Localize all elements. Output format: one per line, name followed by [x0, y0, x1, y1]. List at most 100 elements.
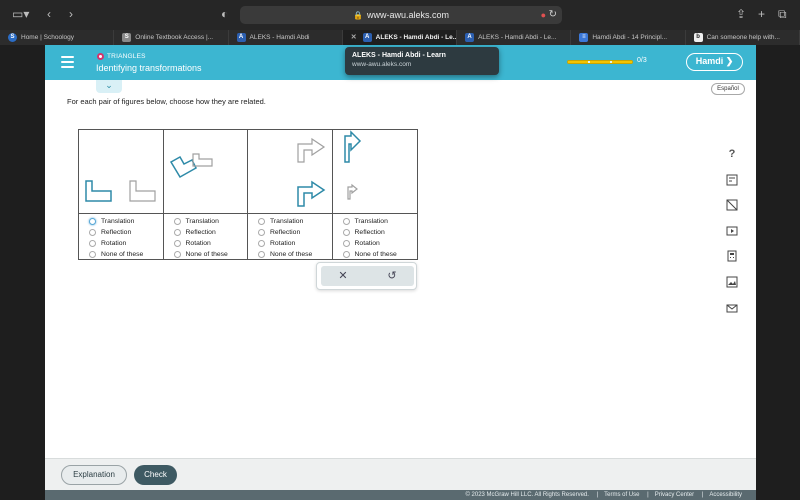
radio-button[interactable]	[342, 240, 350, 247]
undo-icon[interactable]: ↺	[380, 268, 404, 284]
help-icon[interactable]: ?	[725, 147, 739, 161]
tab-label: ALEKS - Hamdi Abdi - Le...	[375, 34, 458, 41]
pair-cell-1: Translation Reflection Rotation None of …	[79, 130, 164, 259]
pair-cell-4: Translation Reflection Rotation None of …	[332, 130, 418, 260]
tab-label: Can someone help with...	[706, 34, 780, 41]
topic-status-icon	[97, 53, 104, 60]
l-shapes-figure	[85, 180, 156, 202]
tab-aleks-active[interactable]: ✕ A ALEKS - Hamdi Abdi - Le...	[342, 30, 458, 45]
radio-button[interactable]	[258, 218, 265, 225]
option-label: Translation	[270, 218, 304, 225]
microphone-icon[interactable]: ●	[541, 6, 546, 24]
chevron-down-icon: ⌄	[105, 80, 113, 90]
radio-button[interactable]	[258, 229, 265, 236]
option-rotation[interactable]: Rotation	[258, 238, 312, 249]
topic-category: TRIANGLES	[107, 53, 146, 60]
answer-actions: ✕ ↺	[316, 262, 417, 290]
reload-icon[interactable]: ↻	[549, 6, 557, 24]
option-none[interactable]: None of these	[342, 249, 397, 260]
formula-icon[interactable]	[725, 249, 739, 263]
tab-label: Hamdi Abdi - 14 Principl...	[592, 34, 668, 41]
radio-button[interactable]	[342, 251, 350, 258]
option-translation[interactable]: Translation	[89, 216, 143, 227]
privacy-link[interactable]: Privacy Center	[655, 492, 694, 498]
tooltip-url: www-awu.aleks.com	[352, 61, 412, 68]
option-label: None of these	[101, 251, 144, 258]
option-label: None of these	[270, 251, 313, 258]
language-button[interactable]: Español	[711, 83, 745, 95]
user-name: Hamdi	[695, 56, 724, 66]
aleks-icon: A	[362, 33, 372, 42]
progress-label: 0/3	[637, 57, 647, 64]
explanation-button[interactable]: Explanation	[61, 465, 127, 485]
radio-button[interactable]	[173, 251, 181, 258]
radio-button[interactable]	[342, 229, 350, 236]
option-none[interactable]: None of these	[173, 249, 228, 260]
image-icon[interactable]	[725, 275, 739, 289]
textbook-icon[interactable]	[725, 198, 739, 212]
tab-label: ALEKS - Hamdi Abdi - Le...	[478, 34, 557, 41]
mail-icon[interactable]	[725, 301, 739, 315]
scaled-arrows-figure	[343, 130, 361, 200]
back-icon[interactable]: ‹	[47, 7, 51, 21]
option-reflection[interactable]: Reflection	[342, 227, 397, 238]
tab-docs[interactable]: ≡ Hamdi Abdi - 14 Principl...	[571, 30, 686, 45]
option-label: Rotation	[101, 240, 127, 247]
tab-schoology[interactable]: S Home | Schoology	[0, 30, 115, 45]
actions-bar: ✕ ↺	[321, 266, 414, 286]
option-rotation[interactable]: Rotation	[173, 238, 228, 249]
radio-button[interactable]	[173, 240, 181, 247]
option-reflection[interactable]: Reflection	[89, 227, 143, 238]
option-rotation[interactable]: Rotation	[89, 238, 143, 249]
url-text: www-awu.aleks.com	[366, 10, 449, 20]
share-icon[interactable]: ⇪	[736, 7, 746, 21]
video-icon[interactable]	[725, 224, 739, 238]
radio-button[interactable]	[173, 218, 181, 225]
option-reflection[interactable]: Reflection	[173, 227, 228, 238]
radio-button[interactable]	[258, 251, 265, 258]
radio-button[interactable]	[258, 240, 265, 247]
tab-aleks-3[interactable]: A ALEKS - Hamdi Abdi - Le...	[457, 30, 572, 45]
tab-label: ALEKS - Hamdi Abdi	[249, 34, 310, 41]
option-rotation[interactable]: Rotation	[342, 238, 397, 249]
new-tab-icon[interactable]: +	[758, 7, 765, 21]
option-none[interactable]: None of these	[258, 249, 312, 260]
forward-icon[interactable]: ›	[69, 7, 73, 21]
sidebar-toggle-icon[interactable]: ▭▾	[12, 7, 29, 21]
accessibility-link[interactable]: Accessibility	[709, 492, 742, 498]
lock-icon: 🔒	[353, 11, 363, 20]
clear-icon[interactable]: ✕	[331, 268, 355, 284]
address-bar[interactable]: 🔒 www-awu.aleks.com ● ↻	[240, 6, 562, 24]
option-translation[interactable]: Translation	[342, 216, 397, 227]
option-none[interactable]: None of these	[89, 249, 143, 260]
terms-link[interactable]: Terms of Use	[604, 492, 639, 498]
option-label: Translation	[101, 218, 135, 225]
radio-button[interactable]	[89, 240, 96, 247]
figure-pair-4	[332, 130, 418, 214]
options-2: Translation Reflection Rotation None of …	[173, 216, 228, 260]
close-tab-icon[interactable]: ✕	[351, 30, 357, 45]
radio-button[interactable]	[342, 218, 350, 225]
radio-button[interactable]	[89, 251, 96, 258]
option-reflection[interactable]: Reflection	[258, 227, 312, 238]
radio-button[interactable]	[89, 229, 96, 236]
option-translation[interactable]: Translation	[173, 216, 228, 227]
tab-label: Home | Schoology	[21, 34, 74, 41]
hamburger-menu-icon[interactable]	[61, 56, 74, 68]
user-menu-button[interactable]: Hamdi ❯	[686, 53, 743, 71]
calculator-icon[interactable]	[725, 173, 739, 187]
progress-bar	[567, 60, 633, 64]
tab-overview-icon[interactable]: ⧉	[778, 7, 787, 22]
radio-button[interactable]	[89, 218, 96, 225]
check-button[interactable]: Check	[134, 465, 177, 485]
option-translation[interactable]: Translation	[258, 216, 312, 227]
tab-brainly[interactable]: b Can someone help with...	[686, 30, 800, 45]
tab-aleks-1[interactable]: A ALEKS - Hamdi Abdi	[229, 30, 343, 45]
tab-textbook[interactable]: S Online Textbook Access |...	[114, 30, 229, 45]
expand-header-button[interactable]: ⌄	[96, 80, 122, 93]
option-label: Rotation	[354, 240, 380, 247]
figure-pair-3	[248, 130, 333, 214]
option-label: Reflection	[354, 229, 385, 236]
radio-button[interactable]	[173, 229, 181, 236]
copyright-text: © 2023 McGraw Hill LLC. All Rights Reser…	[465, 492, 589, 498]
